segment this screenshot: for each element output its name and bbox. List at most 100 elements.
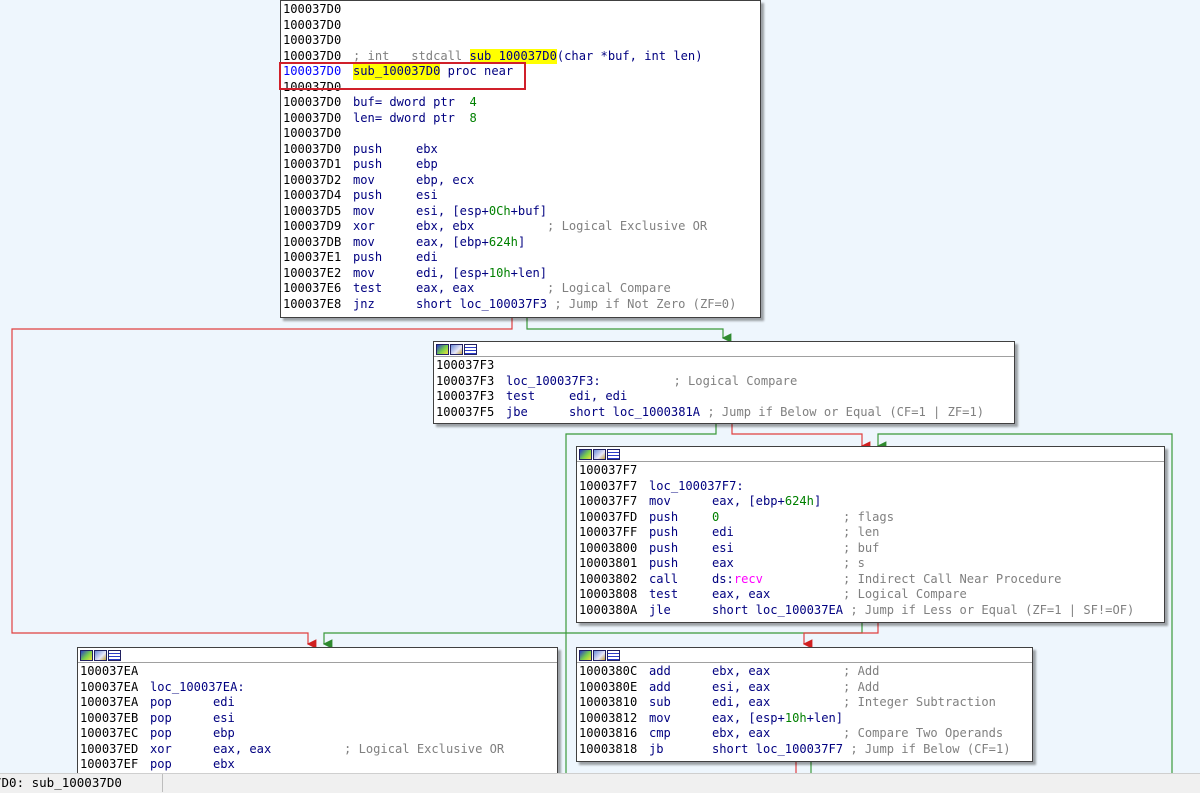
mnemonic: mov (649, 494, 671, 508)
disasm-line[interactable]: 100037DB mov eax, [ebp+624h] (283, 235, 758, 251)
disasm-line[interactable]: 100037ED xor eax, eax ; Logical Exclusive O… (80, 742, 555, 758)
edit-block-icon[interactable] (450, 343, 463, 355)
disasm-line[interactable]: 100037EA loc_100037EA: (80, 680, 555, 696)
mnemonic: call (649, 571, 679, 586)
code-block-loc-100037f7[interactable]: 100037F7 100037F7 loc_100037F7: 100037F7 mov… (576, 446, 1165, 623)
operands: eax (712, 556, 734, 570)
address: 100037E8 (283, 296, 342, 311)
disasm-line[interactable]: 10003800 push esi ; buf (579, 541, 1162, 557)
address: 100037FF (579, 525, 638, 539)
operands: ebx, ebx (416, 219, 475, 233)
text-view-icon[interactable] (607, 448, 620, 460)
operands: edi (416, 250, 438, 264)
disasm-line[interactable]: 10003801 push eax ; s (579, 556, 1162, 572)
address: 100037DB (283, 234, 342, 249)
disasm-line[interactable]: 100037D9 xor ebx, ebx ; Logical Exclusive O… (283, 219, 758, 235)
operands: esi (712, 540, 734, 555)
graph-overview-icon[interactable] (579, 649, 592, 661)
disasm-line[interactable]: 100037D0 (283, 33, 758, 49)
edge-b3-to-b5[interactable] (802, 622, 879, 649)
code-block-1000380c[interactable]: 1000380C add ebx, eax ; Add 1000380E add esi, … (576, 647, 1033, 762)
comment: ; Jump if Less or Equal (ZF=1 | SF!=OF) (850, 602, 1135, 617)
edge-b2-to-b3[interactable] (731, 424, 871, 451)
edit-block-icon[interactable] (593, 649, 606, 661)
operands: 0 (712, 510, 836, 526)
mnemonic: pop (150, 695, 172, 709)
operand-token: ds: (712, 571, 734, 586)
disasm-line[interactable]: 100037D5 mov esi, [esp+0Ch+buf] (283, 204, 758, 220)
disasm-line[interactable]: 100037D0 push ebx (283, 142, 758, 158)
disasm-line[interactable]: 100037D0 (283, 2, 758, 18)
mnemonic: test (649, 587, 679, 601)
edit-block-icon[interactable] (593, 448, 606, 460)
disasm-line[interactable]: 100037E1 push edi (283, 250, 758, 266)
graph-overview-icon[interactable] (579, 448, 592, 460)
operands: ebp, ecx (416, 172, 475, 187)
disasm-line[interactable]: 100037EF pop ebx (80, 757, 555, 773)
mnemonic: push (649, 540, 679, 555)
disasm-line[interactable]: 10003808 test eax, eax ; Logical Compare (579, 587, 1162, 603)
operands: ebp (416, 157, 438, 171)
edge-b3-to-b4[interactable] (322, 622, 863, 649)
address: 100037EA (80, 664, 139, 678)
disasm-line[interactable]: 100037FD push 0 ; flags (579, 510, 1162, 526)
disasm-line[interactable]: 1000380A jle short loc_100037EA ; Jump if L… (579, 603, 1162, 619)
disasm-line[interactable]: 100037EB pop esi (80, 711, 555, 727)
code-block-loc-100037ea[interactable]: 100037EA 100037EA loc_100037EA: 100037EA pop… (77, 647, 558, 779)
address: 100037D0 (283, 95, 342, 109)
disasm-line[interactable]: 1000380E add esi, eax ; Add (579, 680, 1030, 696)
disasm-line[interactable]: 100037F3 (436, 358, 1012, 374)
disasm-line[interactable]: 100037D2 mov ebp, ecx (283, 173, 758, 189)
code-block-loc-100037f3[interactable]: 100037F3 100037F3 loc_100037F3:; Logical C… (433, 341, 1015, 424)
mnemonic: cmp (649, 726, 671, 740)
disasm-line[interactable]: 100037F3 test edi, edi (436, 389, 1012, 405)
comment: ; s (843, 556, 865, 570)
disasm-line[interactable]: 100037E8 jnz short loc_100037F3 ; Jump if N… (283, 297, 758, 313)
text-view-icon[interactable] (108, 649, 121, 661)
comment: ; Logical Compare (547, 281, 671, 295)
address: 100037F3 (436, 389, 495, 403)
operands: edi (712, 525, 734, 539)
disasm-line[interactable]: 100037F5 jbe short loc_1000381A ; Jump if B… (436, 405, 1012, 421)
comment: ; Jump if Not Zero (ZF=0) (554, 296, 737, 311)
disasm-line[interactable]: 10003816 cmp ebx, eax ; Compare Two Operand… (579, 726, 1030, 742)
block-lines: 1000380C add ebx, eax ; Add 1000380E add esi, … (577, 663, 1032, 757)
disasm-line[interactable]: 100037D0 (283, 126, 758, 142)
operand-token: 624h (488, 234, 518, 249)
disasm-line[interactable]: 100037D0 len= dword ptr 8 (283, 111, 758, 127)
disasm-line[interactable]: 10003818 jb short loc_100037F7 ; Jump if Be… (579, 742, 1030, 758)
graph-overview-icon[interactable] (80, 649, 93, 661)
graph-overview-icon[interactable] (436, 343, 449, 355)
disasm-line[interactable]: 100037D4 push esi (283, 188, 758, 204)
disasm-line[interactable]: 10003812 mov eax, [esp+10h+len] (579, 711, 1030, 727)
disasm-line[interactable]: 100037FF push edi ; len (579, 525, 1162, 541)
edge-b1-to-b2[interactable] (526, 317, 732, 343)
operands: ebx (416, 141, 438, 156)
disasm-line[interactable]: 100037EA pop edi (80, 695, 555, 711)
text-view-icon[interactable] (607, 649, 620, 661)
block-lines: 100037F3 100037F3 loc_100037F3:; Logical C… (434, 357, 1014, 420)
disasm-line[interactable]: 100037F7 (579, 463, 1162, 479)
comment: ; Add (843, 664, 880, 678)
disasm-line[interactable]: 100037EA (80, 664, 555, 680)
disasm-line[interactable]: 100037EC pop ebp (80, 726, 555, 742)
disasm-line[interactable]: 10003810 sub edi, eax ; Integer Subtraction (579, 695, 1030, 711)
disasm-line[interactable]: 100037D1 push ebp (283, 157, 758, 173)
operands: short loc_1000381A (569, 404, 701, 419)
disasm-line[interactable]: 100037D0 buf= dword ptr 4 (283, 95, 758, 111)
disasm-line[interactable]: 100037F7 loc_100037F7: (579, 479, 1162, 495)
edit-block-icon[interactable] (94, 649, 107, 661)
disasm-line[interactable]: 100037D0 (283, 18, 758, 34)
disasm-line[interactable]: 100037F3 loc_100037F3: ; Logical Compare (436, 374, 1012, 390)
disasm-line[interactable]: 100037E2 mov edi, [esp+10h+len] (283, 266, 758, 282)
mnemonic: push (353, 250, 383, 264)
comment: ; Jump if Below (CF=1) (850, 741, 1011, 756)
text-view-icon[interactable] (464, 343, 477, 355)
disasm-line[interactable]: 100037F7 mov eax, [ebp+624h] (579, 494, 1162, 510)
disasm-line[interactable]: 10003802 call ds:recv ; Indirect Call Near … (579, 572, 1162, 588)
code-block-sub-100037d0[interactable]: 100037D0 100037D0 100037D0 100037D0; int __… (280, 0, 761, 318)
block-header (434, 342, 1014, 357)
disasm-line[interactable]: 100037E6 test eax, eax ; Logical Compare (283, 281, 758, 297)
operands: esi, eax (712, 679, 771, 694)
disasm-line[interactable]: 1000380C add ebx, eax ; Add (579, 664, 1030, 680)
